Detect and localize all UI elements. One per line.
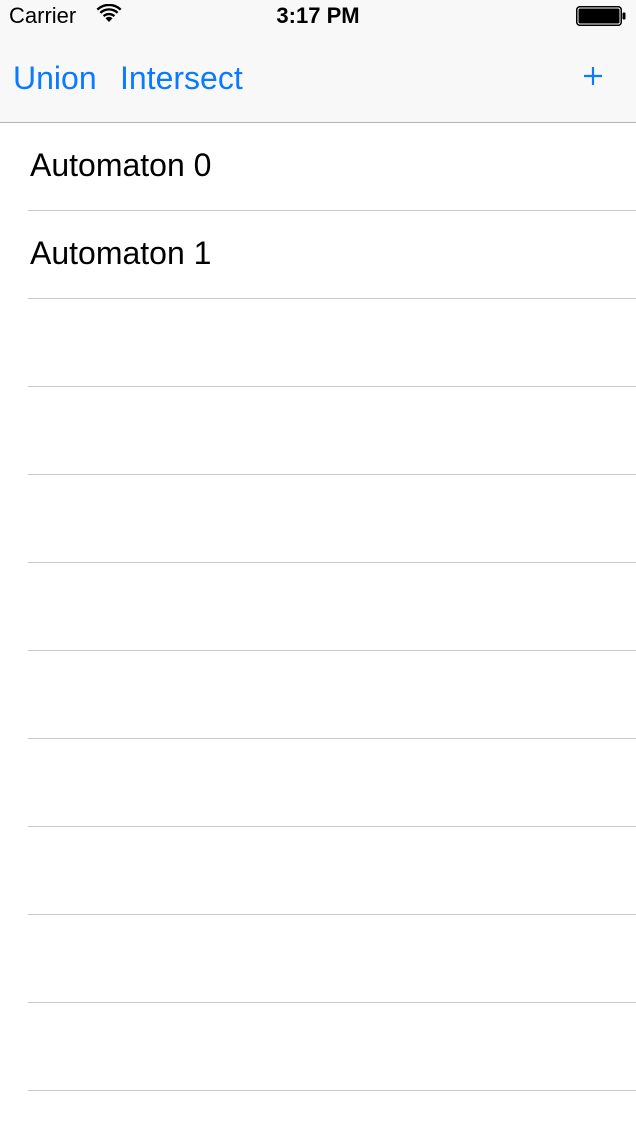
empty-table-row bbox=[28, 827, 636, 915]
empty-table-row bbox=[28, 387, 636, 475]
empty-table-row bbox=[28, 563, 636, 651]
add-button[interactable] bbox=[578, 56, 608, 96]
table-row[interactable]: Automaton 1 bbox=[28, 211, 636, 299]
screen: Carrier 3:17 PM Union Intersect Automato… bbox=[0, 0, 636, 1128]
row-label: Automaton 0 bbox=[30, 147, 212, 183]
empty-table-row bbox=[28, 1003, 636, 1091]
empty-table-row bbox=[28, 915, 636, 1003]
status-bar: Carrier 3:17 PM bbox=[0, 0, 636, 32]
status-time: 3:17 PM bbox=[276, 3, 360, 28]
empty-table-row bbox=[28, 739, 636, 827]
navigation-bar: Union Intersect bbox=[0, 32, 636, 123]
empty-table-row bbox=[28, 299, 636, 387]
empty-table-row bbox=[28, 475, 636, 563]
intersect-button[interactable]: Intersect bbox=[120, 58, 243, 98]
row-label: Automaton 1 bbox=[30, 235, 212, 271]
union-button[interactable]: Union bbox=[13, 58, 97, 98]
table-row[interactable]: Automaton 0 bbox=[28, 123, 636, 211]
battery-icon bbox=[576, 6, 626, 26]
automaton-table: Automaton 0 Automaton 1 bbox=[0, 123, 636, 1128]
empty-table-row bbox=[28, 651, 636, 739]
